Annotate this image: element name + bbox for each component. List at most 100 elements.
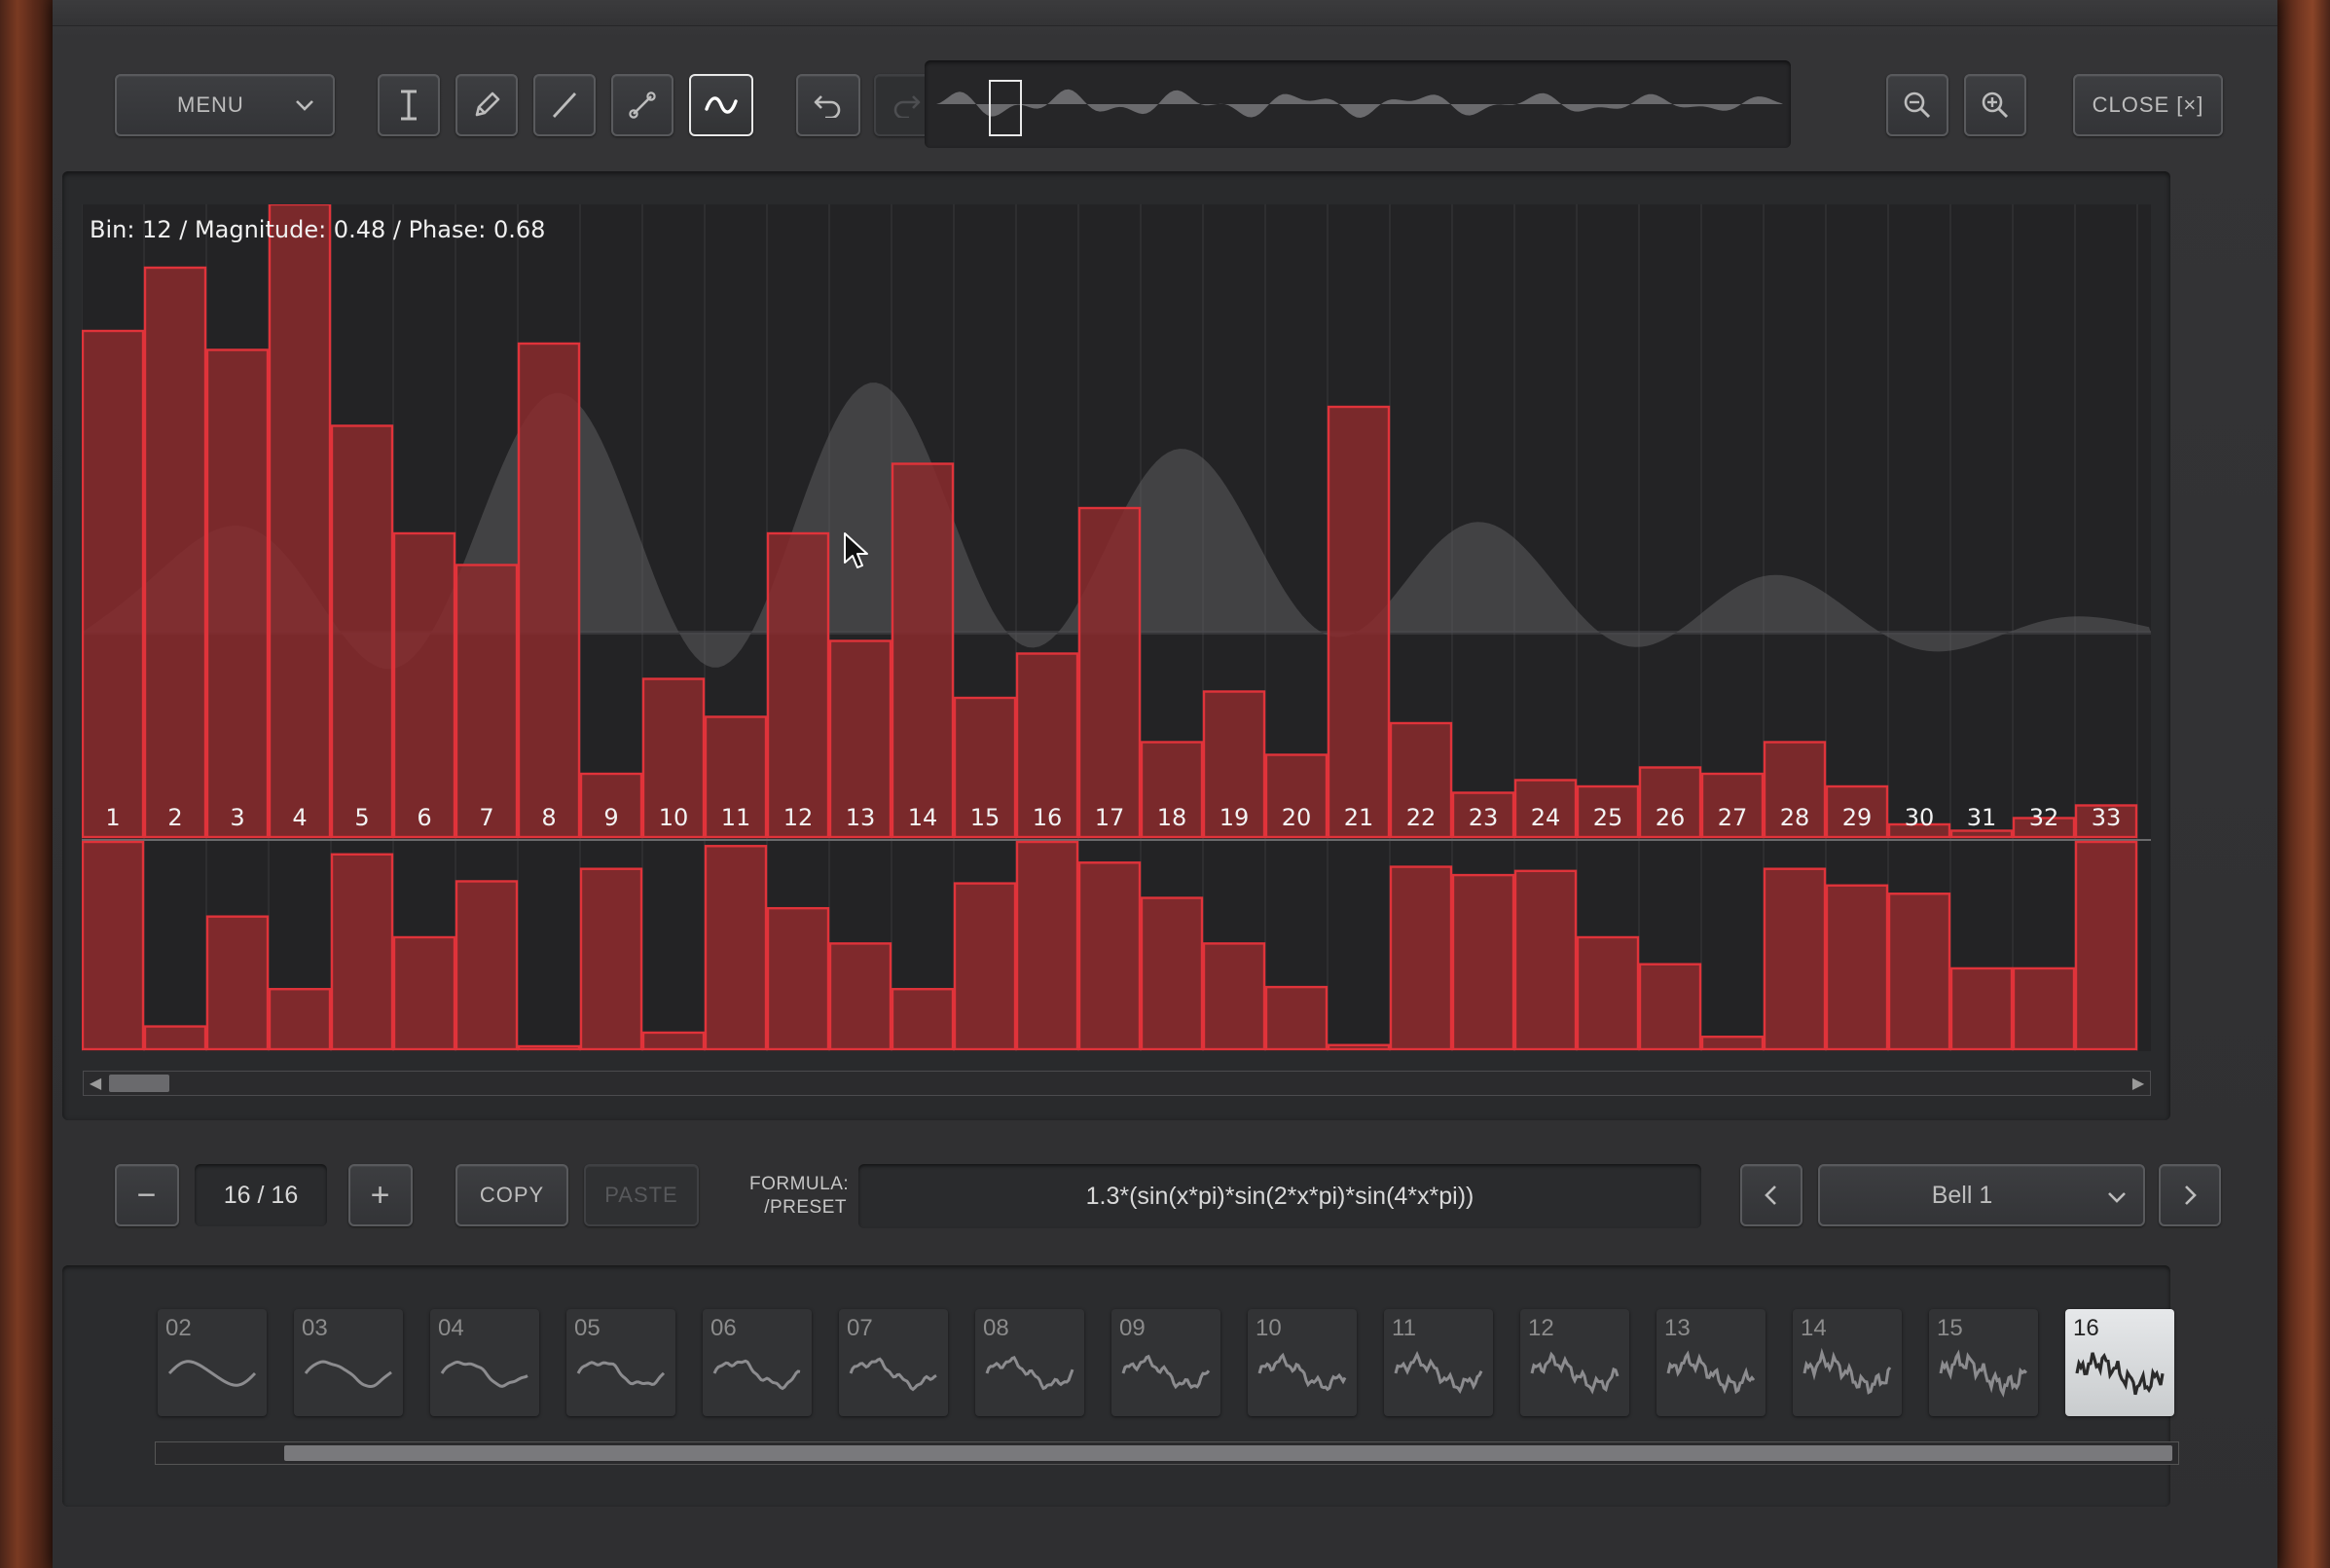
- frame-thumbnail[interactable]: 11: [1384, 1309, 1493, 1416]
- bin-label: 10: [659, 804, 689, 831]
- harmonic-chart[interactable]: 1 2 3 4 5 6 7 8 9 10 11 12 13 14 15 16 17 18 19 20 21 22 23 24 2…: [82, 204, 2151, 1051]
- phase-bar: [1576, 935, 1640, 1051]
- frame-thumbnail[interactable]: 13: [1656, 1309, 1766, 1416]
- bin-label: 1: [105, 804, 120, 831]
- bin-label: 23: [1469, 804, 1499, 831]
- redo-icon: [893, 95, 921, 118]
- sine-icon: [705, 96, 738, 114]
- frame-number: 06: [710, 1315, 737, 1341]
- line-tool-button[interactable]: [533, 74, 596, 136]
- undo-button[interactable]: [796, 74, 860, 136]
- frame-number: 10: [1256, 1315, 1282, 1341]
- frame-waveform-icon: [1530, 1351, 1620, 1395]
- frame-thumbnail[interactable]: 08: [975, 1309, 1084, 1416]
- phase-bar: [330, 853, 394, 1051]
- formula-input[interactable]: 1.3*(sin(x*pi)*sin(2*x*pi)*sin(4*x*pi)): [858, 1164, 1701, 1228]
- paste-label: PASTE: [604, 1183, 678, 1207]
- frame-thumbnail[interactable]: 04: [430, 1309, 539, 1416]
- frame-thumbnail[interactable]: 03: [294, 1309, 403, 1416]
- pencil-tool-button[interactable]: [455, 74, 518, 136]
- frame-number: 03: [302, 1315, 328, 1341]
- copy-button[interactable]: COPY: [455, 1164, 568, 1226]
- formula-label-line2: /PRESET: [764, 1197, 847, 1218]
- phase-bar: [205, 915, 270, 1051]
- frame-number: 07: [847, 1315, 873, 1341]
- decrement-frame-button[interactable]: −: [115, 1164, 179, 1226]
- editor-horizontal-scrollbar[interactable]: ◀ ▶: [83, 1071, 2151, 1096]
- scroll-right-arrow-icon[interactable]: ▶: [2129, 1075, 2148, 1092]
- text-cursor-tool-button[interactable]: [378, 74, 440, 136]
- frame-thumbnail[interactable]: 07: [839, 1309, 948, 1416]
- zoom-out-button[interactable]: [1886, 74, 1948, 136]
- pencil-icon: [475, 91, 500, 117]
- frame-thumbnail[interactable]: 06: [703, 1309, 812, 1416]
- phase-bar: [517, 1044, 581, 1051]
- harmonic-editor-plot[interactable]: 1 2 3 4 5 6 7 8 9 10 11 12 13 14 15 16 17 18 19 20 21 22 23 24 2…: [82, 204, 2151, 1051]
- phase-bar: [1202, 942, 1266, 1051]
- frame-thumbnail[interactable]: 16: [2065, 1309, 2174, 1416]
- magnitude-bar: [143, 266, 207, 839]
- preset-prev-button[interactable]: [1740, 1164, 1802, 1226]
- scroll-left-arrow-icon[interactable]: ◀: [86, 1075, 105, 1092]
- frame-thumbnail[interactable]: 12: [1520, 1309, 1629, 1416]
- chevron-down-icon: [296, 100, 313, 111]
- phase-bar: [1140, 896, 1204, 1051]
- magnitude-bar: [268, 204, 332, 839]
- frame-thumbnail[interactable]: 09: [1111, 1309, 1220, 1416]
- frame-thumbnail[interactable]: 02: [158, 1309, 267, 1416]
- curve-tool-button[interactable]: [611, 74, 674, 136]
- phase-bar: [1887, 893, 1951, 1051]
- phase-bar: [268, 988, 332, 1051]
- frame-thumbnail[interactable]: 14: [1793, 1309, 1902, 1416]
- overview-waveform-shape: [936, 89, 1783, 118]
- frame-thumbnail[interactable]: 05: [566, 1309, 675, 1416]
- zoom-in-icon: [1982, 91, 2009, 119]
- phase-bar: [704, 845, 768, 1051]
- magnitude-bar: [205, 348, 270, 839]
- bin-label: 33: [2092, 804, 2122, 831]
- bin-label: 27: [1718, 804, 1748, 831]
- paste-button[interactable]: PASTE: [584, 1164, 699, 1226]
- formula-text: 1.3*(sin(x*pi)*sin(2*x*pi)*sin(4*x*pi)): [1085, 1182, 1474, 1210]
- phase-bar: [82, 840, 145, 1051]
- frames-scrollbar-thumb[interactable]: [284, 1445, 2172, 1461]
- top-strip: [53, 0, 2277, 26]
- bin-label: 15: [970, 804, 1001, 831]
- mouse-cursor-icon: [844, 532, 868, 568]
- chevron-left-icon: [1765, 1185, 1776, 1205]
- increment-frame-button[interactable]: +: [348, 1164, 413, 1226]
- scrollbar-thumb[interactable]: [109, 1075, 169, 1092]
- phase-bar: [1513, 869, 1578, 1051]
- magnitude-bar: [1077, 506, 1142, 839]
- sine-tool-button[interactable]: [689, 74, 753, 136]
- frame-waveform-icon: [440, 1360, 528, 1388]
- frame-number: 11: [1392, 1315, 1416, 1341]
- frame-thumbnail[interactable]: 15: [1929, 1309, 2038, 1416]
- frame-waveform-icon: [712, 1359, 801, 1391]
- waveform-overview[interactable]: [925, 60, 1791, 148]
- phase-bar: [641, 1031, 706, 1051]
- frame-waveform-icon: [167, 1360, 257, 1387]
- frame-waveform-icon: [304, 1360, 392, 1389]
- phase-bar: [1327, 1043, 1391, 1051]
- frames-scrollbar[interactable]: [155, 1441, 2179, 1465]
- menu-dropdown[interactable]: MENU: [115, 74, 335, 136]
- bin-label: 17: [1095, 804, 1125, 831]
- zoom-in-button[interactable]: [1964, 74, 2026, 136]
- formula-preset-label: FORMULA: /PRESET: [749, 1173, 849, 1220]
- phase-bar: [1015, 840, 1079, 1051]
- phase-bar: [2074, 840, 2138, 1051]
- frame-waveform-icon: [1802, 1347, 1892, 1395]
- bin-label: 31: [1967, 804, 1997, 831]
- frame-waveform-icon: [2075, 1352, 2165, 1396]
- preset-dropdown[interactable]: Bell 1: [1818, 1164, 2145, 1226]
- phase-bar: [1077, 861, 1142, 1051]
- close-button[interactable]: CLOSE [×]: [2073, 74, 2223, 136]
- bin-label: 16: [1033, 804, 1063, 831]
- overview-view-window[interactable]: [989, 80, 1022, 136]
- bin-label: 6: [417, 804, 431, 831]
- preset-next-button[interactable]: [2159, 1164, 2221, 1226]
- bin-label: 8: [541, 804, 556, 831]
- undo-icon: [814, 95, 841, 118]
- frame-thumbnail[interactable]: 10: [1248, 1309, 1357, 1416]
